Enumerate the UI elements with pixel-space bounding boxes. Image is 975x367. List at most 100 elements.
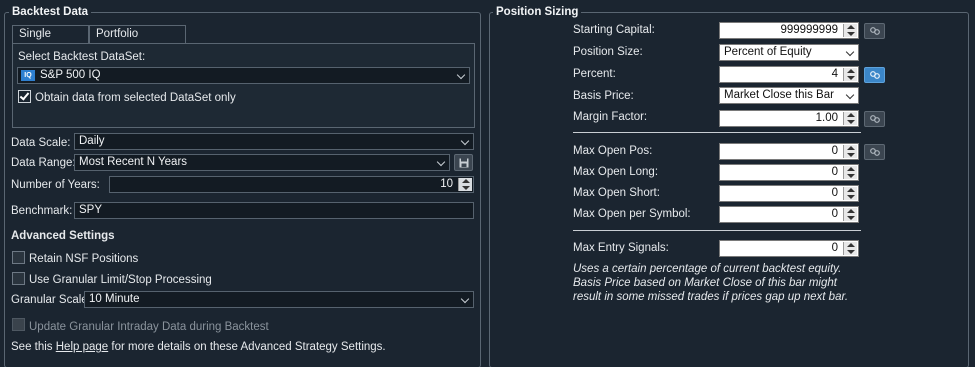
basis-price-select[interactable]: Market Close this Bar: [719, 87, 859, 104]
granular-scale-select[interactable]: 10 Minute: [84, 291, 474, 308]
num-years-spinner[interactable]: [458, 178, 472, 191]
obtain-data-checkbox[interactable]: [18, 90, 31, 103]
max-entry-value: 0: [831, 242, 838, 254]
dataset-select[interactable]: IQ S&P 500 IQ: [17, 67, 470, 84]
update-granular-checkbox[interactable]: [12, 318, 25, 331]
advanced-settings-heading: Advanced Settings: [11, 230, 115, 242]
position-size-select[interactable]: Percent of Equity: [719, 44, 859, 61]
chevron-down-icon: [460, 136, 470, 146]
spin-down-icon: [847, 76, 855, 80]
optimize-icon: [870, 115, 880, 123]
spin-up-icon: [847, 167, 855, 171]
max-open-symbol-input[interactable]: 0: [719, 206, 859, 223]
max-open-symbol-value: 0: [831, 208, 838, 220]
data-scale-select[interactable]: Daily: [74, 133, 474, 150]
max-open-long-input[interactable]: 0: [719, 164, 859, 181]
granular-limit-checkbox[interactable]: [12, 272, 25, 285]
optimize-percent-button[interactable]: [864, 67, 885, 83]
max-open-symbol-spinner[interactable]: [843, 208, 857, 221]
retain-nsf-checkbox[interactable]: [12, 251, 25, 264]
max-open-pos-spinner[interactable]: [843, 145, 857, 158]
num-years-label: Number of Years:: [11, 179, 100, 191]
benchmark-label: Benchmark:: [11, 205, 73, 217]
separator: [573, 230, 861, 231]
starting-capital-spinner[interactable]: [843, 24, 857, 37]
help-page-link[interactable]: Help page: [56, 341, 108, 353]
chevron-down-icon: [845, 90, 855, 100]
max-open-short-label: Max Open Short:: [573, 187, 660, 199]
percent-input[interactable]: 4: [719, 66, 859, 83]
chevron-down-icon: [456, 70, 466, 80]
tab-single-symbol[interactable]: Single Symbol: [12, 25, 89, 57]
percent-value: 4: [831, 68, 838, 80]
max-open-long-label: Max Open Long:: [573, 166, 659, 178]
spin-down-icon: [847, 120, 855, 124]
save-range-button[interactable]: [454, 154, 473, 171]
data-scale-label: Data Scale:: [11, 137, 71, 149]
optimize-icon: [870, 27, 880, 35]
help-prefix: See this: [11, 341, 56, 353]
spin-up-icon: [847, 146, 855, 150]
benchmark-value: SPY: [79, 204, 103, 216]
num-years-input[interactable]: 10: [109, 176, 474, 193]
granular-scale-value: 10 Minute: [89, 293, 140, 305]
percent-spinner[interactable]: [843, 68, 857, 81]
spin-up-icon: [847, 209, 855, 213]
max-open-long-spinner[interactable]: [843, 166, 857, 179]
max-open-pos-value: 0: [831, 145, 838, 157]
check-icon: [19, 90, 30, 101]
position-size-value: Percent of Equity: [724, 46, 812, 58]
starting-capital-value: 999999999: [780, 24, 838, 36]
granular-limit-label: Use Granular Limit/Stop Processing: [29, 274, 212, 286]
tab-portfolio-backtest[interactable]: Portfolio Backtest: [89, 25, 186, 57]
spin-down-icon: [847, 153, 855, 157]
backtest-data-title: Backtest Data: [9, 5, 92, 19]
spin-up-icon: [847, 69, 855, 73]
update-granular-label: Update Granular Intraday Data during Bac…: [29, 321, 269, 333]
max-open-symbol-label: Max Open per Symbol:: [573, 208, 691, 220]
obtain-data-label: Obtain data from selected DataSet only: [35, 92, 236, 104]
basis-price-label: Basis Price:: [573, 90, 634, 102]
chevron-down-icon: [460, 294, 470, 304]
optimize-max-open-button[interactable]: [864, 144, 885, 160]
spin-down-icon: [847, 32, 855, 36]
max-open-short-value: 0: [831, 187, 838, 199]
max-entry-label: Max Entry Signals:: [573, 242, 669, 254]
max-open-short-input[interactable]: 0: [719, 185, 859, 202]
max-open-pos-input[interactable]: 0: [719, 143, 859, 160]
help-suffix: for more details on these Advanced Strat…: [108, 341, 386, 353]
starting-capital-input[interactable]: 999999999: [719, 22, 859, 39]
optimize-icon: [870, 71, 880, 79]
spin-down-icon: [847, 216, 855, 220]
margin-factor-label: Margin Factor:: [573, 111, 648, 123]
spin-up-icon: [847, 25, 855, 29]
spin-down-icon: [462, 186, 470, 190]
position-size-label: Position Size:: [573, 46, 643, 58]
max-open-long-value: 0: [831, 166, 838, 178]
spin-up-icon: [847, 243, 855, 247]
percent-label: Percent:: [573, 68, 616, 80]
data-range-value: Most Recent N Years: [79, 156, 188, 168]
max-open-short-spinner[interactable]: [843, 187, 857, 200]
position-sizing-title: Position Sizing: [493, 5, 582, 19]
max-entry-spinner[interactable]: [843, 242, 857, 255]
optimize-icon: [870, 148, 880, 156]
margin-factor-input[interactable]: 1.00: [719, 110, 859, 127]
max-open-pos-label: Max Open Pos:: [573, 145, 653, 157]
data-range-select[interactable]: Most Recent N Years: [74, 154, 450, 171]
optimize-margin-button[interactable]: [864, 111, 885, 127]
save-icon: [459, 158, 469, 168]
optimize-capital-button[interactable]: [864, 23, 885, 39]
margin-factor-spinner[interactable]: [843, 112, 857, 125]
spin-up-icon: [847, 188, 855, 192]
spin-up-icon: [847, 113, 855, 117]
spin-down-icon: [847, 250, 855, 254]
margin-factor-value: 1.00: [815, 112, 838, 124]
dataset-value: S&P 500 IQ: [40, 69, 101, 81]
chevron-down-icon: [845, 47, 855, 57]
separator: [573, 132, 861, 133]
benchmark-input[interactable]: SPY: [74, 202, 474, 219]
data-range-label: Data Range:: [11, 157, 76, 169]
max-entry-input[interactable]: 0: [719, 240, 859, 257]
spin-down-icon: [847, 195, 855, 199]
